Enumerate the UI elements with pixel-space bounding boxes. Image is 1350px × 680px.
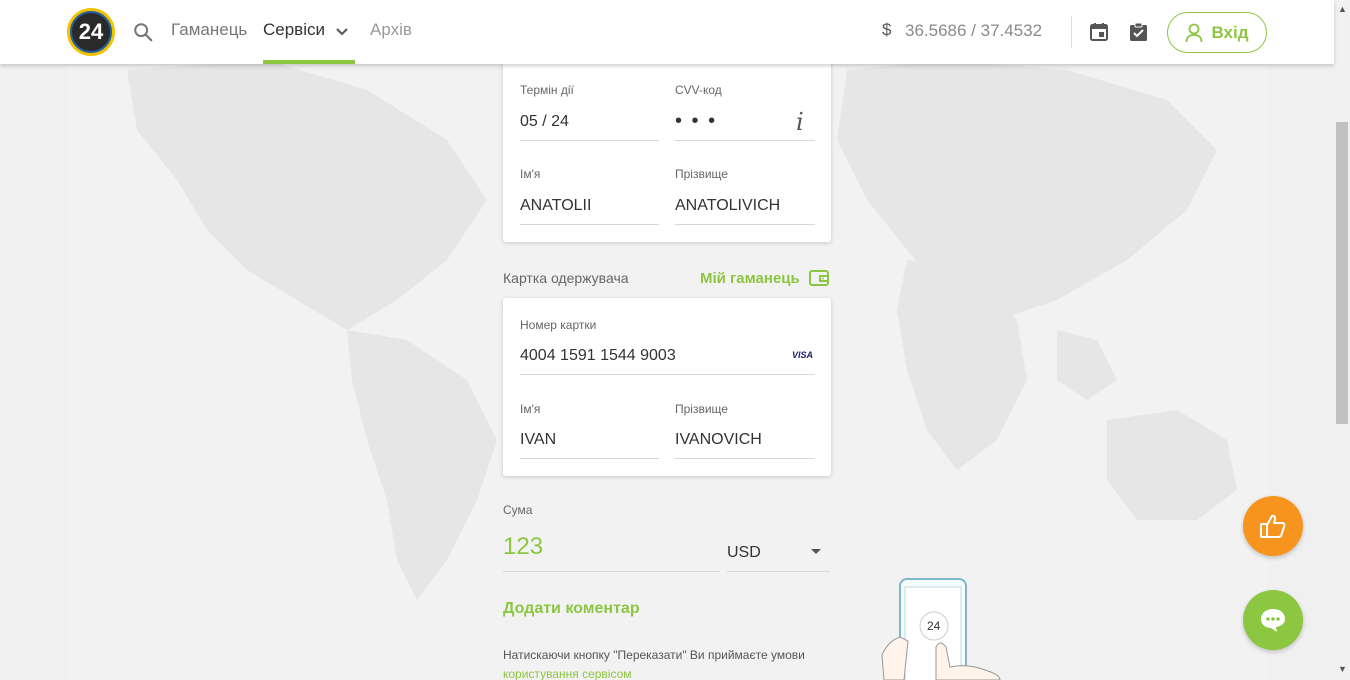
thumbs-up-icon — [1260, 514, 1286, 538]
recipient-first-name-input[interactable]: IVAN — [520, 431, 556, 449]
nav-wallet[interactable]: Гаманець — [171, 20, 247, 40]
recipient-first-name-underline — [520, 458, 659, 459]
add-comment-link[interactable]: Додати коментар — [503, 600, 640, 618]
feedback-like-button[interactable] — [1243, 496, 1303, 556]
my-wallet-link[interactable]: Мій гаманець — [700, 270, 800, 287]
sender-first-name-underline — [520, 224, 659, 225]
page-scrollbar[interactable]: ▲ ▼ — [1334, 0, 1350, 680]
scroll-up-arrow[interactable]: ▲ — [1338, 4, 1347, 14]
cvv-input[interactable]: • • • — [675, 110, 717, 133]
recipient-card: Номер картки 4004 1591 1544 9003 VISA Ім… — [503, 298, 831, 476]
card-number-label: Номер картки — [520, 318, 597, 332]
terms-link[interactable]: користування сервісом — [503, 667, 632, 680]
card-number-underline — [520, 374, 815, 375]
wallet-icon[interactable] — [809, 269, 829, 287]
recipient-last-name-underline — [675, 458, 815, 459]
recipient-last-name-input[interactable]: IVANOVICH — [675, 431, 762, 449]
sender-last-name-input[interactable]: ANATOLIVICH — [675, 197, 780, 215]
chevron-down-icon[interactable] — [334, 24, 350, 40]
phone-hand-illustration — [881, 578, 1001, 680]
nav-archive[interactable]: Архів — [370, 20, 412, 40]
expiry-underline — [520, 140, 659, 141]
chat-button[interactable] — [1243, 590, 1303, 650]
calendar-icon[interactable] — [1089, 22, 1109, 42]
clipboard-check-icon[interactable] — [1129, 22, 1148, 42]
cvv-label: CVV-код — [675, 83, 722, 97]
currency-underline — [727, 571, 830, 572]
amount-underline — [503, 571, 720, 572]
sender-card: Термін дії 05 / 24 CVV-код • • • i Ім'я … — [503, 56, 831, 242]
phone-badge: 24 — [927, 619, 941, 633]
sender-last-name-label: Прізвище — [675, 167, 728, 181]
sender-first-name-input[interactable]: ANATOLII — [520, 197, 591, 215]
active-tab-indicator — [263, 60, 355, 64]
nav-services[interactable]: Сервіси — [263, 20, 325, 40]
user-icon — [1186, 23, 1203, 42]
visa-logo: VISA — [792, 350, 814, 360]
expiry-input[interactable]: 05 / 24 — [520, 113, 569, 131]
search-icon[interactable] — [132, 21, 154, 43]
terms-prefix: Натискаючи кнопку "Переказати" Ви прийма… — [503, 648, 805, 662]
expiry-label: Термін дії — [520, 83, 574, 97]
scroll-down-arrow[interactable]: ▼ — [1338, 664, 1347, 674]
recipient-first-name-label: Ім'я — [520, 402, 541, 416]
currency-select[interactable]: USD — [727, 544, 761, 562]
sender-first-name-label: Ім'я — [520, 167, 541, 181]
caret-down-icon[interactable] — [811, 549, 821, 554]
exchange-rate: 36.5686 / 37.4532 — [905, 21, 1043, 40]
scroll-thumb[interactable] — [1336, 122, 1348, 424]
amount-input[interactable]: 123 — [503, 533, 543, 561]
recipient-card-label: Картка одержувача — [503, 270, 629, 286]
login-button[interactable]: Вхід — [1167, 12, 1267, 53]
card-number-input[interactable]: 4004 1591 1544 9003 — [520, 347, 676, 365]
info-icon[interactable]: i — [796, 108, 804, 136]
amount-label: Сума — [503, 503, 533, 517]
chat-icon — [1261, 609, 1285, 632]
top-header: 24 Гаманець Сервіси Архів $ 36.5686 / 37… — [0, 0, 1334, 64]
login-label: Вхід — [1211, 22, 1249, 42]
sender-last-name-underline — [675, 224, 815, 225]
header-divider — [1071, 16, 1072, 48]
terms-text: Натискаючи кнопку "Переказати" Ви прийма… — [503, 646, 813, 680]
dollar-icon: $ — [882, 20, 892, 39]
recipient-last-name-label: Прізвище — [675, 402, 728, 416]
privat24-logo[interactable]: 24 — [67, 8, 115, 56]
cvv-underline — [675, 140, 815, 141]
